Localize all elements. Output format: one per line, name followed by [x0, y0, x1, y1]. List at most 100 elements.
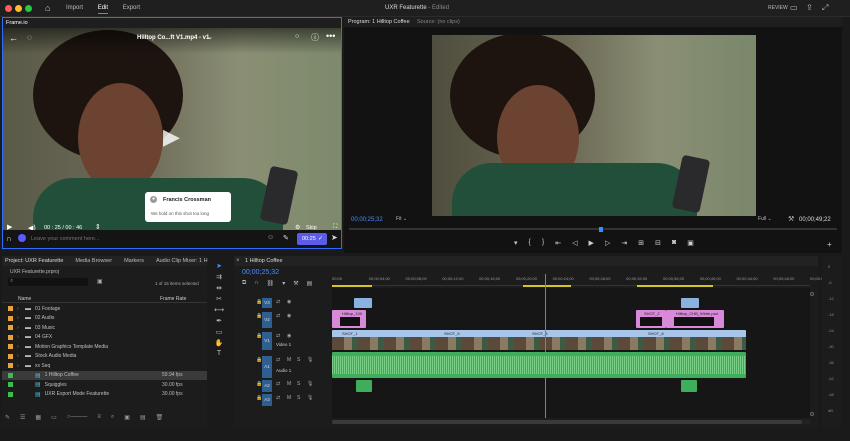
- menu-export[interactable]: Export: [123, 5, 140, 11]
- project-item[interactable]: ▤ 1 Hilltop Coffee 59.94 fps: [2, 370, 207, 380]
- wrench-icon[interactable]: ⚒: [788, 215, 794, 223]
- new-bin-icon[interactable]: ▣: [124, 414, 130, 424]
- track-target[interactable]: V2: [262, 312, 272, 328]
- tab-source[interactable]: Source: (no clips): [417, 19, 460, 25]
- eye-icon[interactable]: ◉: [287, 313, 291, 319]
- clip-a2[interactable]: [356, 380, 372, 392]
- user-avatar[interactable]: [18, 234, 26, 242]
- project-item[interactable]: › ▬ xx Seq: [2, 361, 207, 371]
- captions-icon[interactable]: ▤: [307, 280, 313, 288]
- track-target[interactable]: V1: [262, 332, 272, 350]
- ripple-edit-tool-icon[interactable]: ⇹: [216, 284, 222, 292]
- sort-icon[interactable]: ≡: [97, 414, 101, 424]
- tab-project[interactable]: Project: UXR Featurette: [5, 258, 63, 264]
- label-color-swatch[interactable]: [8, 344, 13, 350]
- step-forward-icon[interactable]: ▷: [605, 239, 610, 249]
- program-scrub-bar[interactable]: [349, 228, 837, 230]
- hscroll-thumb[interactable]: [332, 420, 802, 424]
- chevron-right-icon[interactable]: ›: [17, 344, 25, 350]
- chevron-right-icon[interactable]: ›: [17, 315, 25, 321]
- list-view-icon[interactable]: ☰: [20, 414, 25, 424]
- solo-icon[interactable]: S: [297, 395, 300, 401]
- label-color-swatch[interactable]: [8, 363, 13, 369]
- eye-icon[interactable]: ◉: [287, 333, 291, 339]
- project-item[interactable]: › ▬ Motion Graphics Template Media: [2, 342, 207, 352]
- project-item[interactable]: ▤ UXR Export Mode Featurette 30.00 fps: [2, 390, 207, 400]
- emoji-icon[interactable]: ☺: [267, 234, 274, 241]
- info-icon[interactable]: ⓘ: [311, 32, 319, 43]
- project-item[interactable]: › ▬ 04 GFX: [2, 333, 207, 343]
- video-title[interactable]: Hilltop Co...ft V1.mp4 - v1: [137, 35, 209, 41]
- track-select-tool-icon[interactable]: ⇉: [216, 273, 222, 281]
- find-icon[interactable]: ⌕: [111, 414, 114, 424]
- track-target[interactable]: A1: [262, 356, 272, 378]
- comment-time-button[interactable]: 00:25 ✓: [297, 233, 327, 245]
- circle-icon[interactable]: ○: [295, 33, 299, 40]
- in-point-icon[interactable]: {: [529, 239, 531, 249]
- home-icon[interactable]: ⌂: [45, 3, 50, 13]
- video-1-track-clips[interactable]: SHOT_1 SHOT_5 SHOT_6 SHOT_8: [332, 330, 746, 350]
- go-to-out-icon[interactable]: ⇥: [621, 239, 627, 249]
- mute-icon[interactable]: M: [287, 395, 291, 401]
- step-back-icon[interactable]: ◁: [572, 239, 577, 249]
- close-window-button[interactable]: [5, 5, 12, 12]
- hand-tool-icon[interactable]: ✋: [215, 339, 224, 347]
- menu-edit[interactable]: Edit: [97, 5, 109, 14]
- clip-shot2[interactable]: SHOT_2: [636, 310, 666, 328]
- linked-selection-icon[interactable]: ⛓: [267, 280, 275, 288]
- headphones-icon[interactable]: ∩: [6, 234, 12, 243]
- clip-hilltop-white[interactable]: Hilltop_CHB_White.psd: [666, 310, 724, 328]
- icon-view-icon[interactable]: ▦: [35, 414, 41, 424]
- sync-lock-icon[interactable]: ⇄: [276, 299, 280, 305]
- slip-tool-icon[interactable]: ⟷: [214, 306, 224, 314]
- share-icon[interactable]: ⇪: [806, 3, 813, 12]
- back-icon[interactable]: ←: [9, 33, 18, 43]
- chevron-right-icon[interactable]: ›: [17, 325, 25, 331]
- play-icon[interactable]: ▶: [589, 239, 594, 249]
- mic-icon[interactable]: 🎙: [307, 381, 313, 387]
- label-color-swatch[interactable]: [8, 315, 13, 321]
- label-color-swatch[interactable]: [8, 391, 13, 397]
- go-to-in-icon[interactable]: ⇤: [555, 239, 561, 249]
- frameio-tab[interactable]: Frame.io: [6, 20, 28, 26]
- pen-tool-icon[interactable]: ✒: [216, 317, 222, 325]
- track-target[interactable]: V3: [262, 298, 272, 308]
- project-search-input[interactable]: ⌕: [8, 278, 88, 286]
- scroll-handle[interactable]: [810, 412, 814, 416]
- comment-input[interactable]: [31, 232, 265, 245]
- label-color-swatch[interactable]: [8, 325, 13, 331]
- track-target[interactable]: A2: [262, 380, 272, 392]
- minimize-window-button[interactable]: [15, 5, 22, 12]
- workspaces-icon[interactable]: ▭: [790, 3, 798, 12]
- track-target[interactable]: A3: [262, 394, 272, 406]
- clip-a2[interactable]: [681, 380, 697, 392]
- rectangle-tool-icon[interactable]: ▭: [216, 328, 223, 336]
- comparison-icon[interactable]: ▣: [687, 239, 694, 249]
- label-color-swatch[interactable]: [8, 382, 13, 388]
- new-bin-icon[interactable]: ▣: [97, 278, 103, 285]
- type-tool-icon[interactable]: T: [217, 350, 221, 357]
- out-point-icon[interactable]: }: [542, 239, 544, 249]
- freeform-view-icon[interactable]: ▭: [51, 414, 57, 424]
- tab-markers[interactable]: Markers: [124, 258, 144, 264]
- label-color-swatch[interactable]: [8, 372, 13, 378]
- close-tab-icon[interactable]: ×: [236, 258, 240, 264]
- clip-hilltop[interactable]: Hilltop_100: [332, 310, 366, 328]
- sync-lock-icon[interactable]: ⇄: [276, 395, 280, 401]
- solo-icon[interactable]: S: [297, 357, 300, 363]
- program-timecode[interactable]: 00;00;25;32: [351, 217, 383, 223]
- chevron-right-icon[interactable]: ›: [17, 353, 25, 359]
- clip-v3[interactable]: [681, 298, 699, 308]
- review-label[interactable]: REVIEW: [768, 5, 788, 11]
- comment-popup[interactable]: ● Francis Crossman We hold on this shot …: [145, 192, 231, 222]
- sync-lock-icon[interactable]: ⇄: [276, 357, 280, 363]
- project-item[interactable]: › ▬ 01 Footage: [2, 304, 207, 314]
- send-icon[interactable]: ➤: [331, 233, 338, 242]
- marker-icon[interactable]: ▾: [514, 239, 518, 249]
- eye-icon[interactable]: ◉: [287, 299, 291, 305]
- add-marker-icon[interactable]: ▾: [282, 280, 285, 288]
- tab-program[interactable]: Program: 1 Hilltop Coffee: [348, 19, 410, 25]
- fit-select[interactable]: Fit ⌄: [396, 216, 420, 224]
- fullscreen-icon[interactable]: ⤢: [822, 3, 828, 13]
- more-icon[interactable]: •••: [326, 31, 335, 41]
